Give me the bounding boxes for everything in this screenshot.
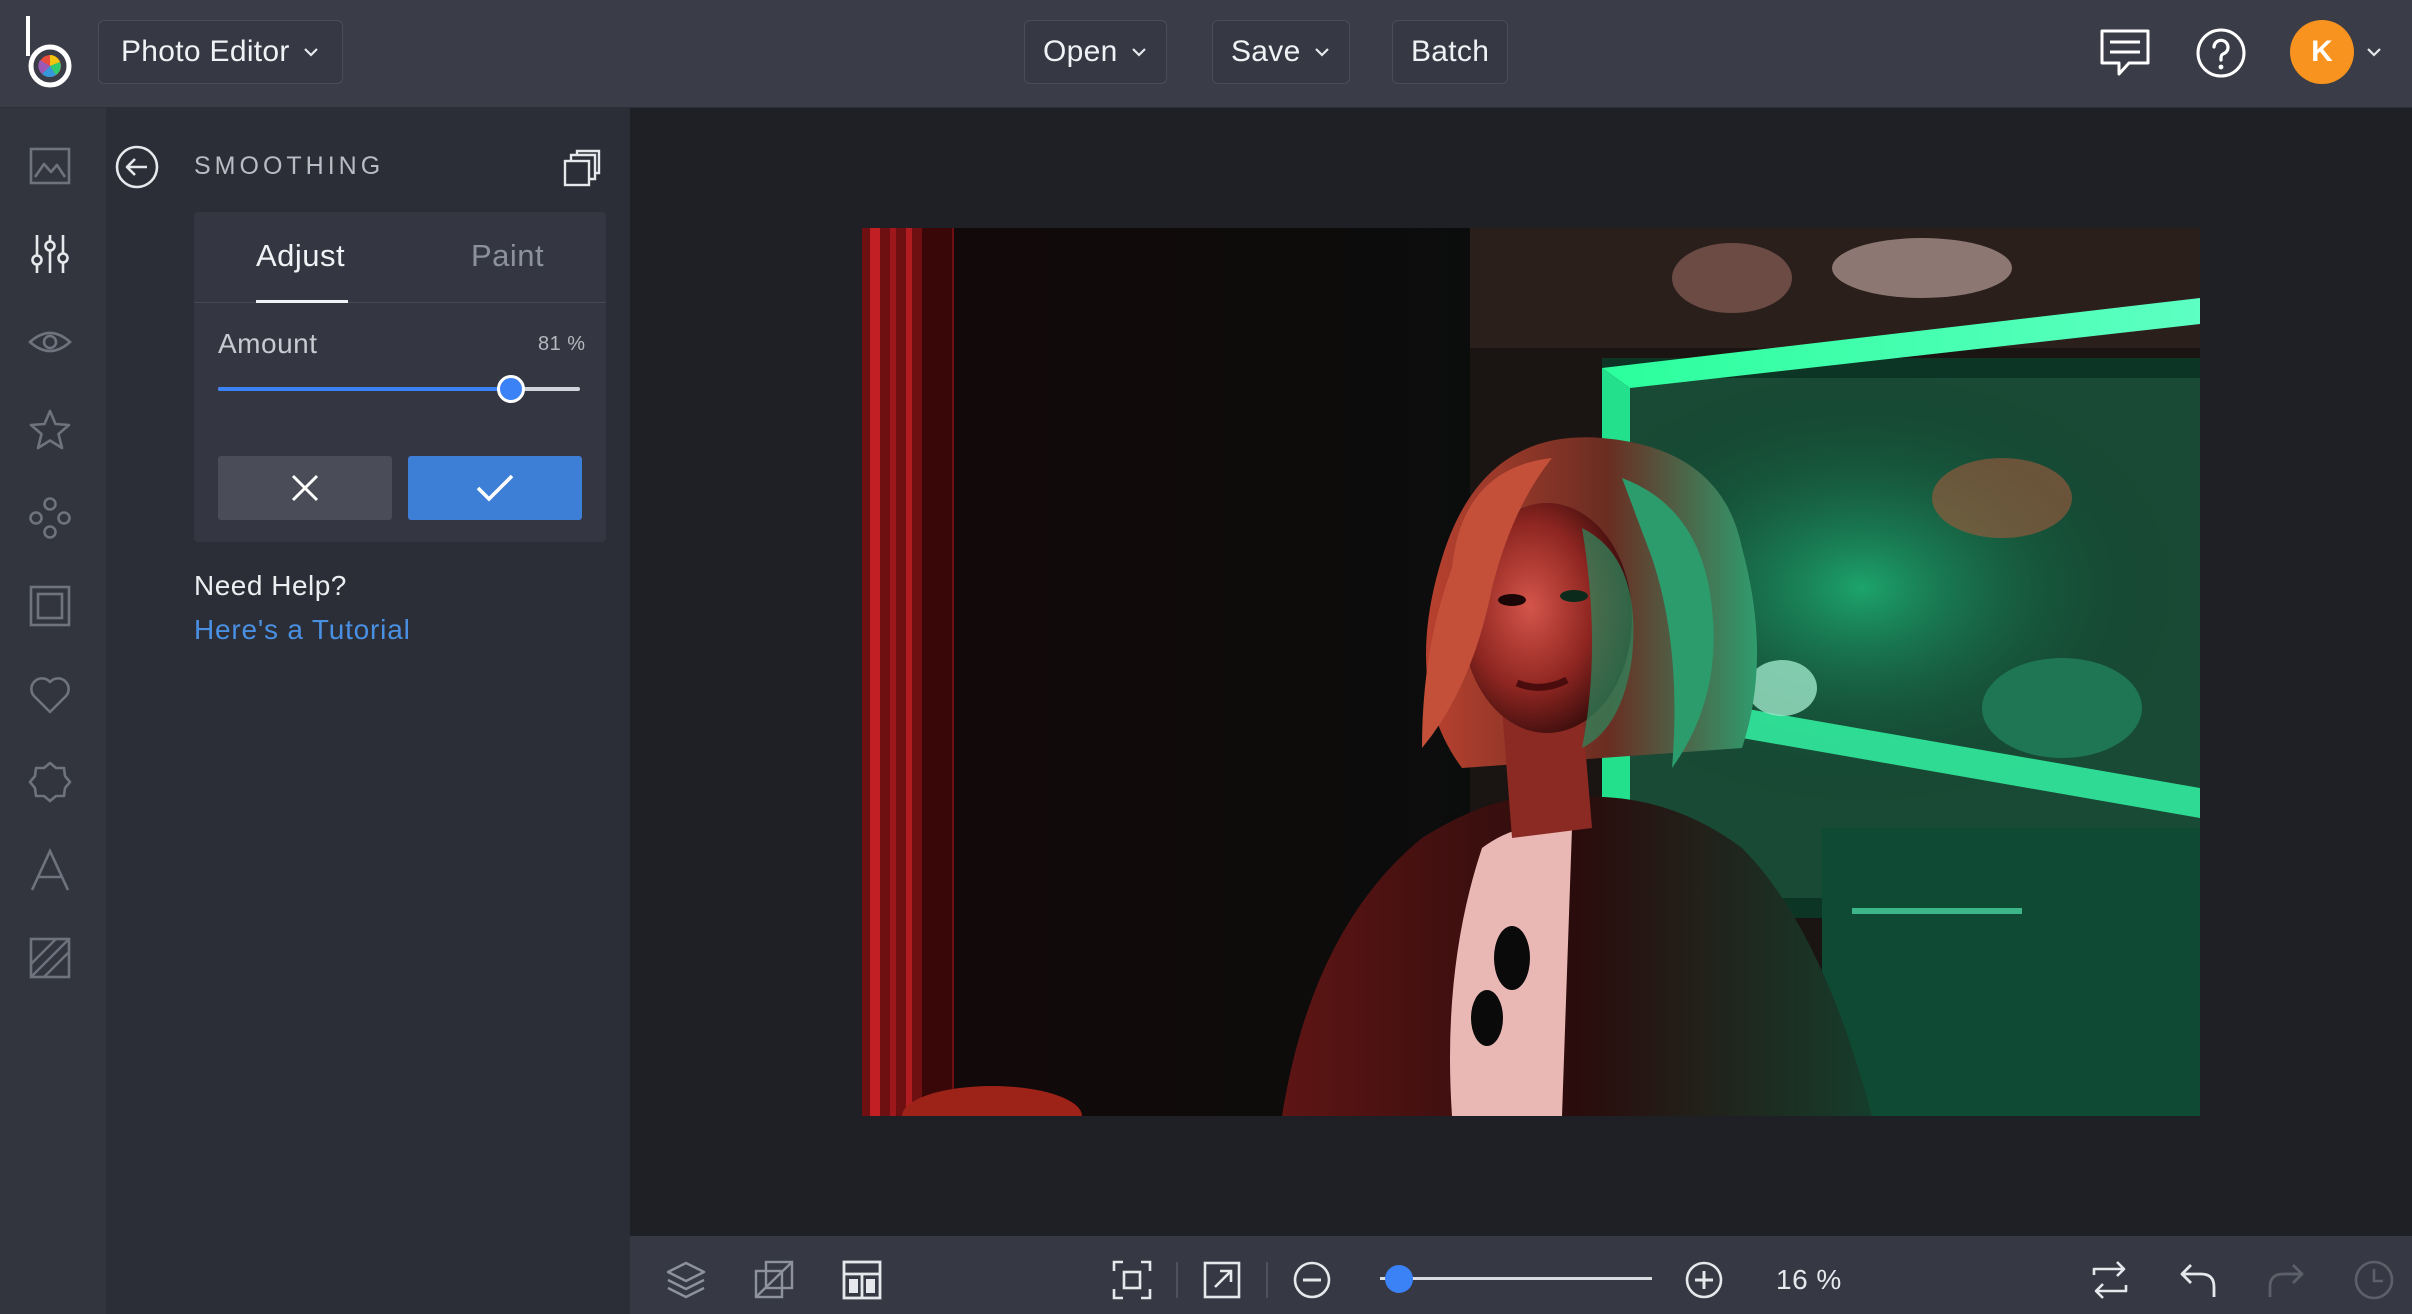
chevron-down-icon bbox=[1314, 48, 1329, 57]
tutorial-link[interactable]: Here's a Tutorial bbox=[194, 614, 411, 646]
batch-button[interactable]: Batch bbox=[1392, 20, 1509, 84]
close-icon bbox=[291, 474, 319, 502]
zoom-in-icon[interactable] bbox=[1682, 1258, 1726, 1302]
badge-icon[interactable] bbox=[24, 756, 76, 808]
help-icon[interactable] bbox=[2192, 24, 2250, 82]
sliders-icon[interactable] bbox=[24, 228, 76, 280]
amount-value: 81 % bbox=[538, 333, 586, 355]
open-button-label: Open bbox=[1043, 35, 1118, 68]
eye-icon[interactable] bbox=[24, 316, 76, 368]
batch-button-label: Batch bbox=[1411, 35, 1490, 68]
panel-title: SMOOTHING bbox=[194, 152, 385, 180]
toolbar-divider bbox=[1266, 1262, 1268, 1298]
amount-slider-handle[interactable] bbox=[497, 375, 526, 403]
amount-slider[interactable] bbox=[218, 375, 580, 403]
apply-button[interactable] bbox=[408, 456, 582, 520]
feedback-icon[interactable] bbox=[2096, 24, 2154, 82]
undo-icon[interactable] bbox=[2176, 1258, 2220, 1302]
photo-editor-menu-label: Photo Editor bbox=[121, 35, 290, 68]
amount-label: Amount bbox=[218, 328, 318, 359]
layout-icon[interactable] bbox=[840, 1258, 884, 1302]
panel-back-column bbox=[106, 108, 170, 1314]
chevron-down-icon bbox=[1131, 48, 1146, 57]
cluster-icon[interactable] bbox=[24, 492, 76, 544]
back-arrow-icon[interactable] bbox=[114, 144, 160, 190]
star-icon[interactable] bbox=[24, 404, 76, 456]
tab-adjust[interactable]: Adjust bbox=[256, 238, 345, 274]
toolbar-divider bbox=[1176, 1262, 1178, 1298]
history-icon[interactable] bbox=[2352, 1258, 2396, 1302]
avatar-initial: K bbox=[2311, 35, 2333, 68]
cancel-button[interactable] bbox=[218, 456, 392, 520]
photo-canvas[interactable] bbox=[862, 228, 2200, 1116]
layers-icon[interactable] bbox=[664, 1258, 708, 1302]
help-title: Need Help? bbox=[194, 570, 347, 601]
user-avatar[interactable]: K bbox=[2290, 20, 2354, 84]
frame-icon[interactable] bbox=[24, 580, 76, 632]
tab-paint[interactable]: Paint bbox=[471, 238, 544, 274]
zoom-percentage: 16 % bbox=[1776, 1264, 1842, 1295]
zoom-slider[interactable] bbox=[1380, 1265, 1652, 1293]
expand-icon[interactable] bbox=[1200, 1258, 1244, 1302]
redo-icon[interactable] bbox=[2264, 1258, 2308, 1302]
fit-to-screen-icon[interactable] bbox=[1110, 1258, 1154, 1302]
photo-editor-menu[interactable]: Photo Editor bbox=[98, 20, 343, 84]
top-bar bbox=[0, 0, 2412, 108]
amount-slider-fill bbox=[218, 387, 512, 391]
layers-copy-icon[interactable] bbox=[562, 148, 602, 188]
chevron-down-icon bbox=[303, 48, 318, 57]
active-tab-indicator bbox=[256, 300, 348, 303]
heart-icon[interactable] bbox=[24, 668, 76, 720]
app-logo[interactable] bbox=[22, 16, 74, 88]
text-icon[interactable] bbox=[24, 844, 76, 896]
chevron-down-icon[interactable] bbox=[2364, 42, 2384, 62]
save-button-label: Save bbox=[1231, 35, 1301, 68]
photo-image bbox=[862, 228, 2200, 1116]
open-button[interactable]: Open bbox=[1024, 20, 1167, 84]
bottom-toolbar bbox=[630, 1236, 2412, 1314]
swap-icon[interactable] bbox=[2088, 1258, 2132, 1302]
save-button[interactable]: Save bbox=[1212, 20, 1350, 84]
texture-icon[interactable] bbox=[24, 932, 76, 984]
image-icon[interactable] bbox=[24, 140, 76, 192]
crop-compare-icon[interactable] bbox=[752, 1258, 796, 1302]
checkmark-icon bbox=[476, 474, 514, 502]
zoom-slider-handle[interactable] bbox=[1385, 1265, 1414, 1293]
zoom-out-icon[interactable] bbox=[1290, 1258, 1334, 1302]
